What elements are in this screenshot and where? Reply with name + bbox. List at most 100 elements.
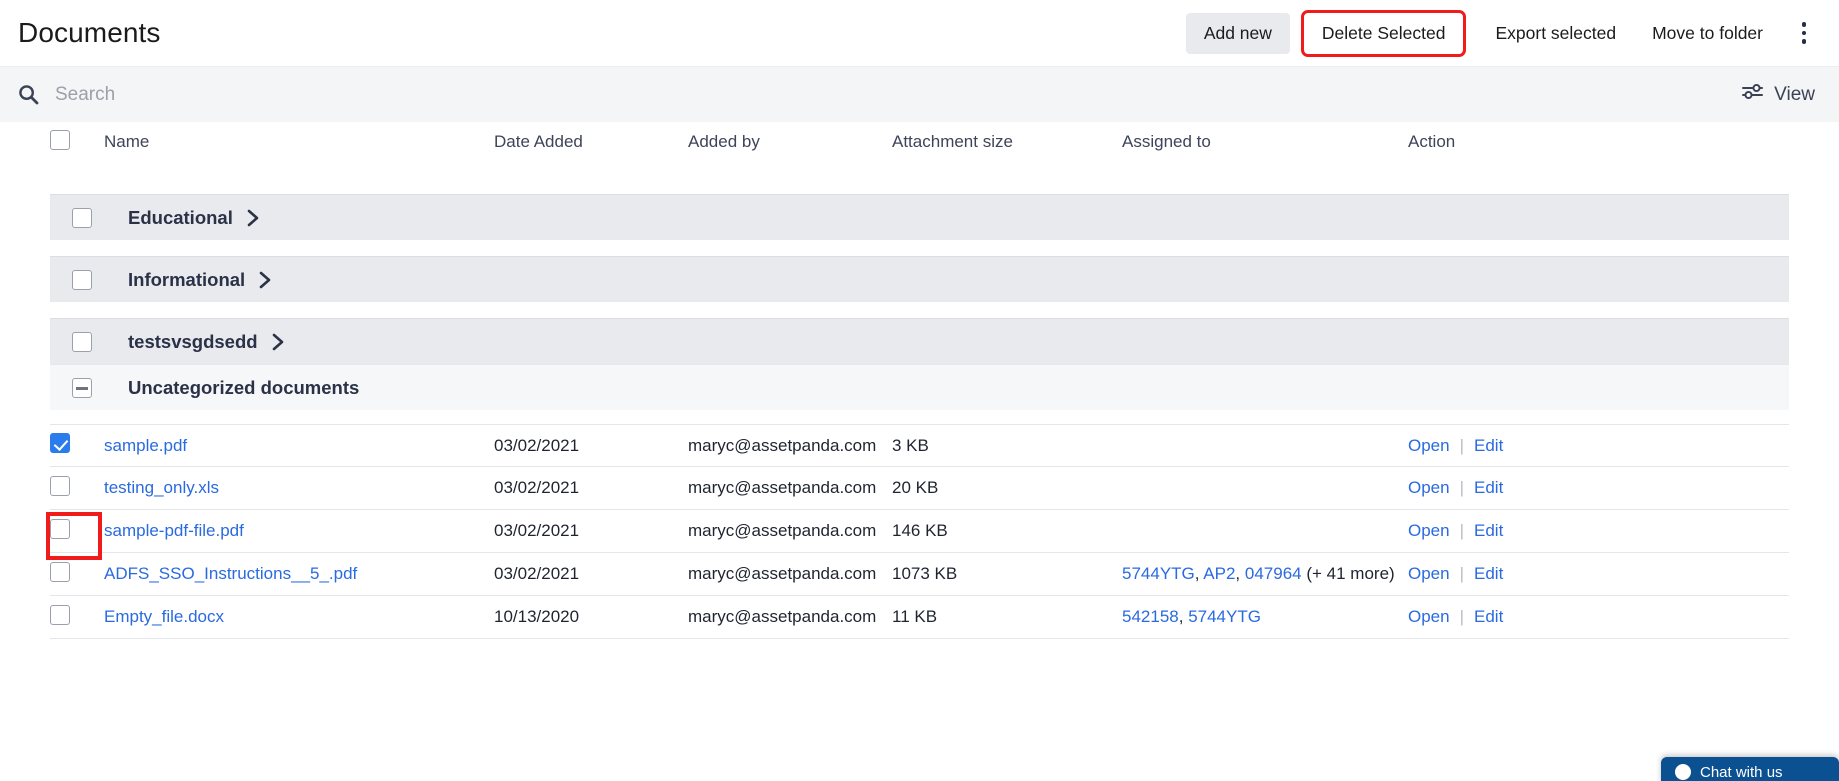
column-header-date-added[interactable]: Date Added	[494, 132, 688, 152]
attachment-size-value: 146 KB	[892, 521, 948, 540]
action-separator: |	[1459, 521, 1465, 540]
open-action-link[interactable]: Open	[1408, 564, 1450, 584]
group-spacer	[0, 240, 1839, 256]
more-vertical-icon[interactable]	[1787, 13, 1821, 53]
row-checkbox[interactable]	[50, 518, 70, 539]
chevron-right-icon[interactable]	[247, 209, 260, 227]
chat-bubble-icon	[1675, 764, 1691, 780]
group-row[interactable]: Informational	[50, 256, 1789, 302]
group-checkbox[interactable]	[72, 207, 92, 228]
row-checkbox[interactable]	[50, 604, 70, 625]
group-row-uncategorized[interactable]: Uncategorized documents	[50, 364, 1789, 410]
view-label: View	[1774, 83, 1815, 105]
document-row-list: sample.pdf 03/02/2021 maryc@assetpanda.com…	[0, 424, 1839, 639]
column-header-name[interactable]: Name	[104, 132, 494, 152]
row-actions: Open | Edit	[1408, 564, 1789, 584]
delete-selected-button[interactable]: Delete Selected	[1300, 9, 1467, 57]
group-checkbox[interactable]	[72, 269, 92, 290]
row-checkbox[interactable]	[50, 475, 70, 496]
search-icon	[18, 84, 39, 105]
table-row[interactable]: Empty_file.docx 10/13/2020 maryc@assetpand…	[50, 596, 1789, 639]
action-separator: |	[1459, 478, 1465, 497]
row-checkbox[interactable]	[50, 561, 70, 582]
column-header-attachment-size[interactable]: Attachment size	[892, 132, 1122, 152]
group-row[interactable]: testsvsgdsedd	[50, 318, 1789, 364]
attachment-size-value: 11 KB	[892, 607, 938, 626]
edit-action-link[interactable]: Edit	[1474, 478, 1503, 498]
chat-widget[interactable]: Chat with us	[1661, 757, 1839, 781]
move-to-folder-button[interactable]: Move to folder	[1634, 13, 1781, 54]
table-row[interactable]: sample.pdf 03/02/2021 maryc@assetpanda.com…	[50, 424, 1789, 467]
open-action-link[interactable]: Open	[1408, 478, 1450, 498]
row-actions: Open | Edit	[1408, 521, 1789, 541]
assigned-more-label: (+ 41 more)	[1306, 564, 1395, 583]
search-input[interactable]	[53, 82, 1741, 107]
document-name-link[interactable]: ADFS_SSO_Instructions__5_.pdf	[104, 564, 357, 583]
assigned-to-cell: 542158, 5744YTG	[1122, 607, 1261, 626]
document-name-link[interactable]: testing_only.xls	[104, 478, 219, 497]
row-actions: Open | Edit	[1408, 607, 1789, 627]
select-all-cell	[50, 129, 104, 155]
table-header-row: Name Date Added Added by Attachment size…	[0, 122, 1839, 178]
select-all-checkbox[interactable]	[50, 129, 70, 150]
attachment-size-value: 1073 KB	[892, 564, 958, 583]
assigned-tag[interactable]: 542158	[1122, 607, 1179, 626]
documents-page: Documents Add new Delete Selected Export…	[0, 0, 1839, 781]
date-added-value: 10/13/2020	[494, 607, 580, 626]
column-header-assigned-to[interactable]: Assigned to	[1122, 132, 1408, 152]
group-spacer	[0, 178, 1839, 194]
assigned-tag[interactable]: AP2	[1203, 564, 1235, 583]
group-checkbox[interactable]	[72, 331, 92, 352]
row-checkbox[interactable]	[50, 433, 70, 453]
table-row[interactable]: ADFS_SSO_Instructions__5_.pdf 03/02/2021 m…	[50, 553, 1789, 596]
column-header-added-by[interactable]: Added by	[688, 132, 892, 152]
document-name-link[interactable]: Empty_file.docx	[104, 607, 224, 626]
group-label: testsvsgdsedd	[128, 330, 258, 352]
edit-action-link[interactable]: Edit	[1474, 564, 1503, 584]
assigned-tag[interactable]: 047964	[1245, 564, 1302, 583]
row-checkbox-cell	[50, 561, 104, 587]
added-by-value: maryc@assetpanda.com	[688, 478, 877, 497]
group-label: Informational	[128, 268, 246, 290]
edit-action-link[interactable]: Edit	[1474, 521, 1503, 541]
folder-group-list: Educational Informational testsvsgdsedd	[0, 178, 1839, 364]
group-label-uncategorized: Uncategorized documents	[128, 376, 360, 398]
date-added-value: 03/02/2021	[494, 478, 580, 497]
chevron-right-icon[interactable]	[259, 271, 272, 289]
added-by-value: maryc@assetpanda.com	[688, 521, 877, 540]
documents-table: Name Date Added Added by Attachment size…	[0, 122, 1839, 639]
added-by-value: maryc@assetpanda.com	[688, 564, 877, 583]
action-separator: |	[1459, 435, 1465, 455]
header-actions: Add new Delete Selected Export selected …	[1185, 9, 1821, 57]
chat-widget-label: Chat with us	[1700, 763, 1783, 781]
sliders-icon	[1742, 83, 1764, 106]
table-row[interactable]: sample-pdf-file.pdf 03/02/2021 maryc@asset…	[50, 510, 1789, 553]
assigned-tag[interactable]: 5744YTG	[1122, 564, 1195, 583]
page-title: Documents	[18, 17, 161, 48]
group-label: Educational	[128, 206, 233, 228]
date-added-value: 03/02/2021	[494, 564, 580, 583]
open-action-link[interactable]: Open	[1408, 607, 1450, 627]
document-name-link[interactable]: sample-pdf-file.pdf	[104, 521, 244, 540]
document-name-link[interactable]: sample.pdf	[104, 436, 187, 455]
chevron-right-icon[interactable]	[272, 333, 285, 351]
added-by-value: maryc@assetpanda.com	[688, 435, 877, 455]
action-separator: |	[1459, 607, 1465, 626]
group-row[interactable]: Educational	[50, 194, 1789, 240]
group-spacer	[0, 302, 1839, 318]
group-collapse-toggle[interactable]	[72, 377, 92, 398]
export-selected-button[interactable]: Export selected	[1477, 13, 1634, 54]
edit-action-link[interactable]: Edit	[1474, 436, 1503, 456]
assigned-tag[interactable]: 5744YTG	[1188, 607, 1261, 626]
open-action-link[interactable]: Open	[1408, 436, 1450, 456]
row-checkbox-cell	[50, 604, 104, 630]
edit-action-link[interactable]: Edit	[1474, 607, 1503, 627]
view-button[interactable]: View	[1740, 77, 1817, 112]
open-action-link[interactable]: Open	[1408, 521, 1450, 541]
table-row[interactable]: testing_only.xls 03/02/2021 maryc@assetpan…	[50, 467, 1789, 510]
row-actions: Open | Edit	[1408, 478, 1789, 498]
search-bar: View	[0, 66, 1839, 122]
add-new-button[interactable]: Add new	[1185, 12, 1290, 54]
attachment-size-value: 20 KB	[892, 478, 939, 497]
row-checkbox-cell	[50, 518, 104, 544]
